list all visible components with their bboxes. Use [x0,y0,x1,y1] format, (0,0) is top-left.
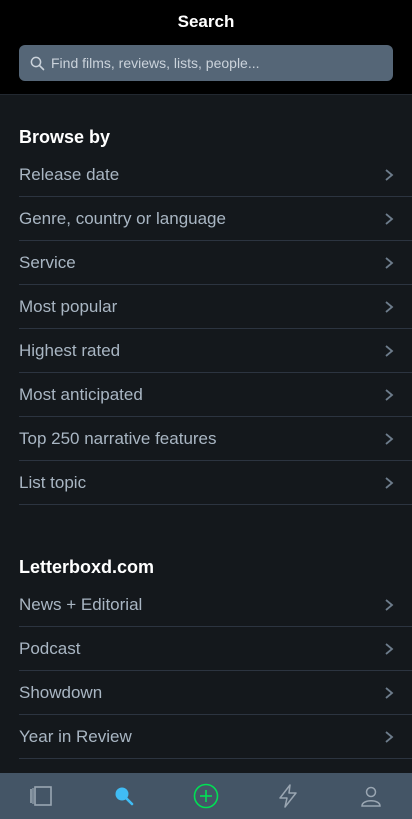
header: Search [0,0,412,95]
letterboxd-item-podcast[interactable]: Podcast [19,627,412,671]
chevron-right-icon [385,599,394,611]
chevron-right-icon [385,213,394,225]
chevron-right-icon [385,301,394,313]
row-label: Genre, country or language [19,208,226,228]
chevron-right-icon [385,345,394,357]
app: Search Browse by Release date Genre, cou… [0,0,412,819]
browse-item-highest-rated[interactable]: Highest rated [19,329,412,373]
chevron-right-icon [385,389,394,401]
browse-item-release-date[interactable]: Release date [19,153,412,197]
browse-item-service[interactable]: Service [19,241,412,285]
letterboxd-item-news[interactable]: News + Editorial [19,583,412,627]
chevron-right-icon [385,643,394,655]
profile-icon [360,786,381,807]
row-label: Release date [19,164,120,184]
tab-films[interactable] [21,776,61,816]
chevron-right-icon [385,257,394,269]
search-icon [23,45,51,81]
tab-bar [0,773,412,819]
tab-search[interactable] [104,776,144,816]
activity-icon [279,784,298,808]
search-input[interactable] [51,45,393,81]
chevron-right-icon [385,477,394,489]
browse-item-top-250[interactable]: Top 250 narrative features [19,417,412,461]
page-title: Search [177,12,235,31]
section-title-browse: Browse by [19,127,111,147]
row-label: Showdown [19,682,103,702]
search-icon [115,787,133,806]
tab-activity[interactable] [268,776,308,816]
chevron-right-icon [385,433,394,445]
row-label: Most anticipated [19,384,143,404]
row-label: Podcast [19,638,81,658]
browse-item-list-topic[interactable]: List topic [19,461,412,505]
chevron-right-icon [385,687,394,699]
row-label: Top 250 narrative features [19,428,217,448]
films-icon [30,786,52,806]
chevron-right-icon [385,169,394,181]
browse-item-genre[interactable]: Genre, country or language [19,197,412,241]
tab-profile[interactable] [351,776,391,816]
tab-add[interactable] [186,776,226,816]
row-label: Highest rated [19,340,121,360]
section-title-letterboxd: Letterboxd.com [19,557,155,577]
letterboxd-item-showdown[interactable]: Showdown [19,671,412,715]
browse-item-most-anticipated[interactable]: Most anticipated [19,373,412,417]
row-label: News + Editorial [19,594,143,614]
letterboxd-item-year-in-review[interactable]: Year in Review [19,715,412,759]
chevron-right-icon [385,731,394,743]
row-label: List topic [19,472,87,492]
row-label: Service [19,252,76,272]
row-label: Year in Review [19,726,132,746]
add-icon [193,783,219,809]
browse-item-most-popular[interactable]: Most popular [19,285,412,329]
search-box[interactable] [19,45,393,81]
row-label: Most popular [19,296,118,316]
